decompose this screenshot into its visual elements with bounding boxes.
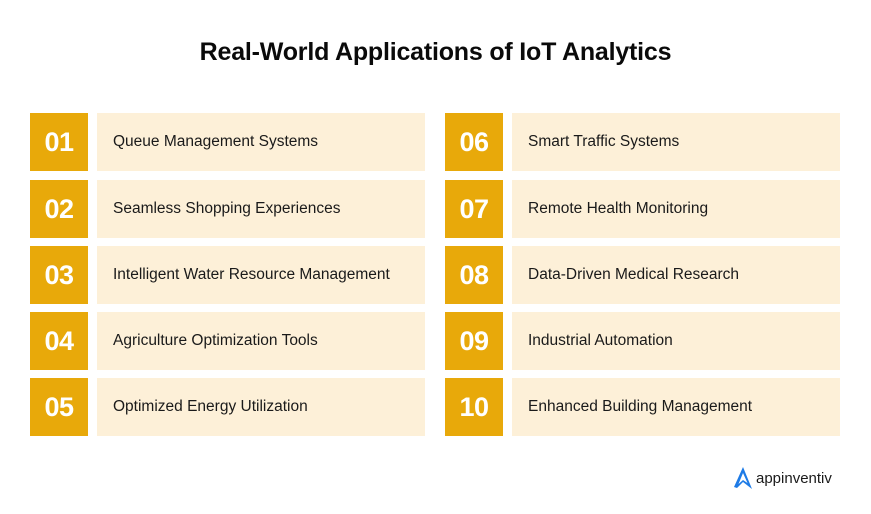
item-label: Intelligent Water Resource Management	[97, 246, 425, 304]
item-number: 04	[30, 312, 88, 370]
item-number: 08	[445, 246, 503, 304]
item-label: Data-Driven Medical Research	[512, 246, 840, 304]
page-title: Real-World Applications of IoT Analytics	[199, 38, 672, 66]
item-label: Agriculture Optimization Tools	[97, 312, 425, 370]
brand-name: appinventiv	[756, 469, 832, 487]
item-label: Enhanced Building Management	[512, 378, 840, 436]
item-label: Remote Health Monitoring	[512, 180, 840, 238]
item-number: 09	[445, 312, 503, 370]
appinventiv-logo-icon	[734, 467, 752, 489]
item-label: Seamless Shopping Experiences	[97, 180, 425, 238]
item-number: 06	[445, 113, 503, 171]
item-number: 02	[30, 180, 88, 238]
item-number: 03	[30, 246, 88, 304]
item-number: 07	[445, 180, 503, 238]
item-number: 10	[445, 378, 503, 436]
item-number: 01	[30, 113, 88, 171]
brand-logo: appinventiv	[733, 466, 832, 490]
item-number: 05	[30, 378, 88, 436]
item-label: Optimized Energy Utilization	[97, 378, 425, 436]
item-label: Industrial Automation	[512, 312, 840, 370]
item-label: Queue Management Systems	[97, 113, 425, 171]
item-label: Smart Traffic Systems	[512, 113, 840, 171]
